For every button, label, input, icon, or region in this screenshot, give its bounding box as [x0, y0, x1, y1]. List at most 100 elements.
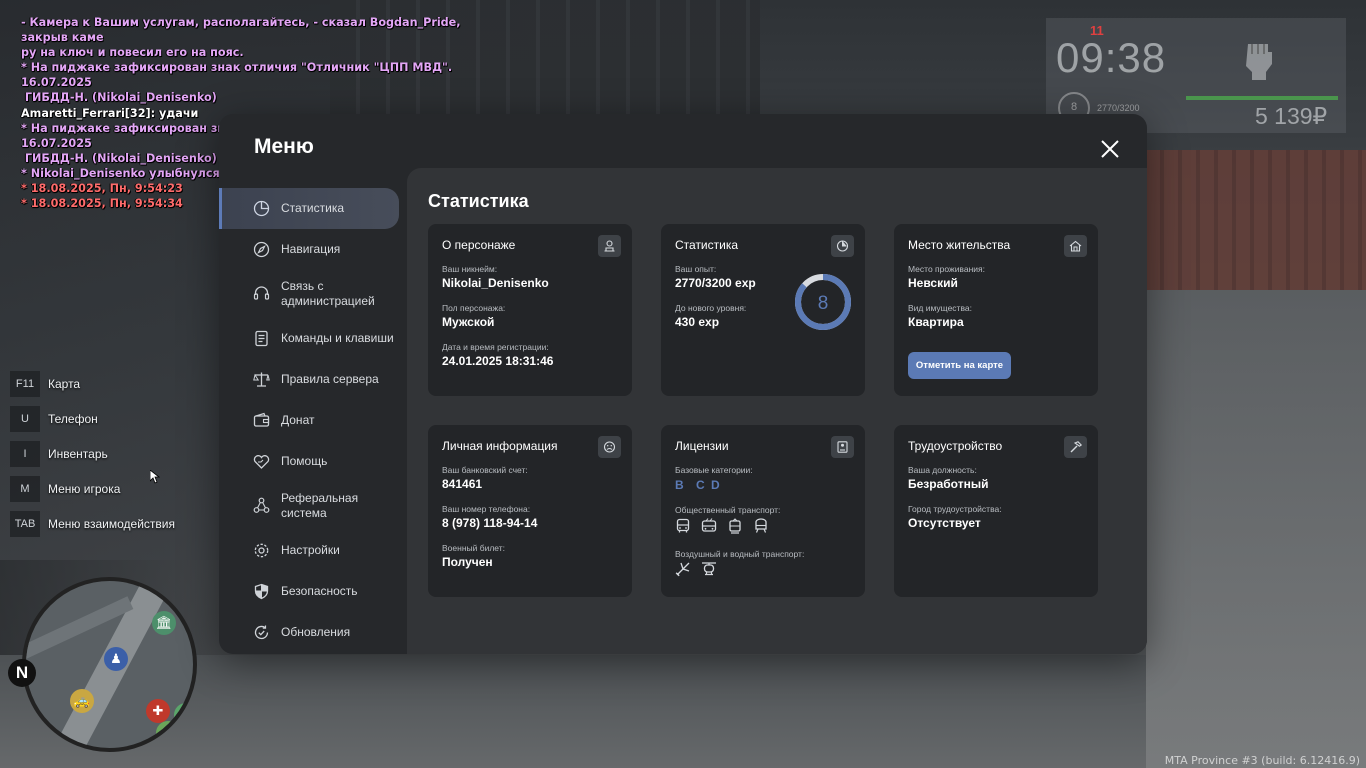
card-title: Лицензии: [675, 439, 729, 453]
bank-icon: 🏛: [152, 611, 176, 635]
taxi-icon: 🚕: [70, 689, 94, 713]
sidebar-item-label: Донат: [281, 413, 315, 427]
metro-icon: [755, 518, 767, 533]
hotkey-key: F11: [10, 371, 40, 397]
hotkey-label: Меню взаимодействия: [48, 517, 175, 531]
hotkey-key: M: [10, 476, 40, 502]
stats-content: Статистика О персонаже Ваш никнейм: Niko…: [407, 168, 1147, 654]
field-label: Город трудоустройства:: [908, 504, 1002, 514]
field-registration: 24.01.2025 18:31:46: [442, 354, 554, 368]
helicopter-icon: [702, 562, 716, 576]
hud-clock: 09:38: [1056, 34, 1167, 81]
sidebar-item-label: Помощь: [281, 454, 328, 468]
menu-modal: Меню Статистика Навигация Связь с админи…: [219, 114, 1147, 654]
headset-icon: [253, 286, 270, 300]
field-position: Безработный: [908, 477, 989, 491]
sidebar-item-settings[interactable]: Настройки: [219, 530, 399, 571]
field-nickname: Nikolai_Denisenko: [442, 276, 549, 290]
compass-north: N: [8, 659, 36, 687]
card-licenses: Лицензии Базовые категории: B C D Общест…: [661, 425, 865, 597]
field-gender: Мужской: [442, 315, 495, 329]
sidebar-item-commands[interactable]: Команды и клавиши: [219, 318, 399, 359]
field-label: Пол персонажа:: [442, 303, 506, 313]
minimap[interactable]: 🏛 ♟ 🚕 ✚ ⚙ ◎: [22, 577, 197, 752]
hud-exp: 2770/3200: [1097, 103, 1140, 113]
background-road: [1146, 290, 1366, 768]
close-icon[interactable]: [1099, 138, 1121, 160]
card-personal: Личная информация Ваш банковский счет: 8…: [428, 425, 632, 597]
background-building-right: [1146, 150, 1366, 290]
field-label: Ваш номер телефона:: [442, 504, 531, 514]
modal-title: Меню: [254, 135, 314, 158]
card-statistics: Статистика Ваш опыт: 2770/3200 exp До но…: [661, 224, 865, 396]
sidebar-item-label: Безопасность: [281, 584, 358, 598]
sidebar-item-label: Статистика: [281, 201, 345, 215]
field-label: Ваша должность:: [908, 465, 977, 475]
sidebar-item-label: Команды и клавиши: [281, 331, 394, 345]
chat-line: ру на ключ и повесил его на пояс.: [21, 46, 244, 60]
license-category-b: B: [675, 478, 684, 492]
sidebar-item-help[interactable]: Помощь: [219, 441, 399, 482]
hotkey-label: Инвентарь: [48, 447, 108, 461]
hospital-icon: ✚: [146, 699, 170, 723]
field-next-level: 430 exp: [675, 315, 720, 329]
mark-on-map-button[interactable]: Отметить на карте: [908, 352, 1011, 379]
hud-level: 8: [1071, 101, 1078, 113]
heart-hand-icon: [253, 455, 270, 469]
gear-icon: [254, 543, 269, 558]
trolleybus-icon: [701, 518, 717, 532]
sidebar-item-rules[interactable]: Правила сервера: [219, 359, 399, 400]
bus-icon: [676, 518, 690, 533]
chat-line: * На пиджаке зафиксирован знак отличия "…: [21, 61, 457, 90]
field-label: Ваш банковский счет:: [442, 465, 528, 475]
field-label: Базовые категории:: [675, 465, 753, 475]
field-label: Место проживания:: [908, 264, 985, 274]
field-label: До нового уровня:: [675, 303, 747, 313]
airplane-icon: [675, 562, 690, 577]
card-icon: [598, 436, 621, 458]
license-category-c: C: [696, 478, 705, 492]
sidebar-item-label: Правила сервера: [281, 372, 379, 386]
card-icon: [1064, 235, 1087, 257]
hotkey-label: Карта: [48, 377, 81, 391]
hotkey-label: Телефон: [48, 412, 98, 426]
hud-health-bar: [1186, 96, 1338, 100]
sidebar-item-donate[interactable]: Донат: [219, 400, 399, 441]
field-label: Общественный транспорт:: [675, 505, 781, 515]
sidebar-item-security[interactable]: Безопасность: [219, 571, 399, 612]
card-employment: Трудоустройство Ваша должность: Безработ…: [894, 425, 1098, 597]
sidebar-item-updates[interactable]: Обновления: [219, 612, 399, 653]
sidebar-item-referral[interactable]: Реферальная система: [219, 482, 399, 530]
sidebar-item-label: Связь с администрацией: [281, 279, 375, 308]
scales-icon: [253, 372, 270, 387]
field-label: Военный билет:: [442, 543, 506, 553]
card-icon: [831, 436, 854, 458]
id-card-icon: [837, 441, 848, 453]
field-residence: Невский: [908, 276, 958, 290]
card-character: О персонаже Ваш никнейм: Nikolai_Denisen…: [428, 224, 632, 396]
sidebar-item-navigation[interactable]: Навигация: [219, 229, 399, 270]
police-icon: ♟: [104, 647, 128, 671]
sidebar-item-label: Настройки: [281, 543, 340, 557]
field-label: Воздушный и водный транспорт:: [675, 549, 805, 559]
sidebar-item-label: Обновления: [281, 625, 351, 639]
card-residence: Место жительства Место проживания: Невск…: [894, 224, 1098, 396]
face-icon: [603, 441, 616, 453]
card-title: Трудоустройство: [908, 439, 1003, 453]
sidebar-item-statistics[interactable]: Статистика: [219, 188, 399, 229]
page-title: Статистика: [428, 191, 529, 211]
sidebar-item-admin-contact[interactable]: Связь с администрацией: [219, 270, 399, 318]
fist-icon: [1246, 44, 1272, 80]
home-icon: [1069, 240, 1082, 252]
target-icon: ◎: [156, 721, 180, 745]
shield-icon: [254, 583, 269, 600]
hud-money: 5 139₽: [1255, 103, 1328, 129]
license-category-d: D: [711, 478, 720, 492]
field-military: Получен: [442, 555, 493, 569]
card-icon: [598, 235, 621, 257]
hotkey-key: TAB: [10, 511, 40, 537]
field-phone: 8 (978) 118-94-14: [442, 516, 538, 530]
hotkey-key: I: [10, 441, 40, 467]
tram-icon: [729, 518, 741, 534]
wallet-icon: [253, 412, 270, 427]
